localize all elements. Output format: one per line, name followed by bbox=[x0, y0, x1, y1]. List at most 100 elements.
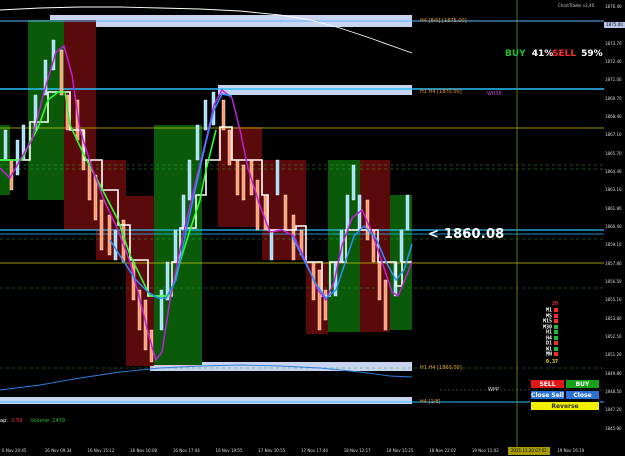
close-buy-button[interactable]: Close Buy bbox=[565, 390, 600, 409]
candle-up bbox=[275, 159, 280, 196]
wpp-label: WPP bbox=[488, 387, 499, 393]
signal-dot-icon bbox=[554, 352, 558, 356]
candle-up bbox=[187, 159, 192, 201]
candle-down bbox=[377, 261, 382, 301]
time-axis-label: 19 Nov 11:02 bbox=[471, 448, 499, 453]
candle-down bbox=[59, 49, 64, 96]
price-axis-label: 1876.40 bbox=[605, 4, 622, 9]
price-axis-label: 1857.80 bbox=[605, 260, 622, 266]
sell-sentiment: SELL 59% bbox=[552, 49, 603, 59]
candle-down bbox=[241, 164, 246, 201]
trading-terminal: ChartTrader v2.40 BUY 41% SELL 59% < 1860.… bbox=[0, 0, 625, 456]
candle-down bbox=[107, 214, 112, 256]
zone-label-wr38: WR38 bbox=[487, 91, 502, 97]
price-axis-label: 1848.50 bbox=[605, 389, 622, 394]
time-axis-label: 18 Nov 12:17 bbox=[343, 448, 371, 453]
timeframe-row: MN bbox=[540, 352, 558, 358]
time-axis-label: 16 Nov 15:12 bbox=[87, 448, 115, 453]
price-axis-label: 1859.10 bbox=[605, 242, 622, 248]
signal-dot-icon bbox=[554, 313, 558, 318]
sell-sentiment-label: SELL bbox=[552, 49, 577, 59]
candle-up bbox=[269, 229, 274, 261]
close-sell-button[interactable]: Close Sell bbox=[530, 390, 565, 400]
signal-dot-icon bbox=[554, 330, 558, 334]
symbol-tag: ChartTrader v2.40 bbox=[558, 3, 595, 8]
price-axis-label: 1853.80 bbox=[605, 315, 622, 321]
timeframe-signal-list: M1 M5 M15 M30 H1 H4 D1 W1 MN bbox=[540, 308, 558, 358]
candle-up bbox=[203, 99, 208, 131]
volume-value: 1439 bbox=[52, 418, 66, 424]
time-axis-label: 18 Nov 22:02 bbox=[429, 448, 457, 453]
candle-up bbox=[181, 194, 186, 231]
price-axis-label: 1867.10 bbox=[605, 132, 622, 138]
buy-sentiment-value: 41% bbox=[531, 49, 554, 59]
candle-up bbox=[113, 229, 118, 261]
price-axis-label: 1864.40 bbox=[605, 169, 622, 174]
time-axis-label: 16 Nov 19:55 bbox=[215, 448, 243, 453]
price-axis-label: 1851.20 bbox=[605, 352, 622, 358]
price-axis-label: 1856.50 bbox=[605, 279, 622, 284]
candle-down bbox=[383, 279, 388, 331]
timeframe-footer: 0.37 bbox=[540, 360, 558, 365]
candle-up bbox=[195, 124, 200, 161]
price-axis-label: 1872.40 bbox=[605, 59, 622, 64]
supply-zone-mid bbox=[218, 85, 412, 95]
price-axis-label: 1869.70 bbox=[605, 95, 622, 101]
zone-label-h4-bottom: H4 [1/8] bbox=[420, 399, 441, 405]
current-price-readout: < 1860.08 bbox=[428, 227, 505, 242]
candle-up bbox=[351, 164, 356, 201]
price-axis-label: 1847.20 bbox=[605, 407, 622, 413]
price-axis-label: 1860.40 bbox=[605, 224, 622, 229]
zone-label-h1-h4-mid: H1 H4 [1870.00] bbox=[420, 89, 462, 95]
signal-dot-icon bbox=[554, 346, 558, 351]
price-axis-label: 1845.90 bbox=[605, 425, 622, 431]
time-axis-label: 16 Nov 16:08 bbox=[130, 448, 158, 453]
zone-label-h4-top: H4 [8/0] [1875.00] bbox=[420, 18, 467, 24]
zone-label-h1-h4-low: H1 H4 [1860.00] bbox=[420, 365, 462, 371]
buy-sentiment-label: BUY bbox=[505, 49, 526, 59]
candle-up bbox=[3, 129, 8, 161]
info-bar-lead: ap: bbox=[0, 418, 8, 424]
signal-dot-icon bbox=[554, 341, 558, 345]
timeframe-header-value: 20 bbox=[551, 301, 558, 307]
price-axis-label: 1865.70 bbox=[605, 150, 622, 156]
price-axis-label: 1849.80 bbox=[605, 370, 622, 376]
sell-sentiment-value: 59% bbox=[581, 49, 603, 59]
price-axis-label: 1875.00 bbox=[604, 22, 625, 29]
signal-dot-icon bbox=[554, 308, 558, 312]
timeframe-header: 20 bbox=[540, 302, 558, 307]
timeframe-footer-value: 0.37 bbox=[545, 359, 558, 365]
signal-dot-icon bbox=[554, 324, 558, 329]
time-axis-label: 6 Nov 20:45 bbox=[2, 448, 27, 453]
time-axis-label: 18 Nov 15:25 bbox=[386, 448, 414, 453]
candle-up bbox=[399, 229, 404, 263]
candle-down bbox=[323, 289, 328, 321]
buy-sentiment: BUY 41% bbox=[505, 49, 553, 59]
time-axis-label: 17 Nov 10:55 bbox=[258, 448, 286, 453]
candle-down bbox=[235, 159, 240, 196]
price-axis-label: 1855.10 bbox=[605, 297, 622, 303]
volume-label: Volume: bbox=[30, 418, 51, 424]
timeframe-label: MN bbox=[545, 351, 552, 358]
price-axis-label: 1863.10 bbox=[605, 187, 622, 193]
signal-dot-icon bbox=[554, 335, 558, 340]
price-axis-label: 1871.00 bbox=[605, 77, 622, 83]
price-axis-label: 1868.40 bbox=[605, 114, 622, 119]
time-axis-label: 17 Nov 17:44 bbox=[300, 448, 328, 453]
info-bar: ap: -1.59 Volume: 1439 bbox=[0, 418, 65, 424]
buy-button[interactable]: BUY bbox=[565, 379, 600, 389]
session-box bbox=[328, 160, 360, 332]
zone-bar-lower bbox=[0, 397, 412, 404]
candle-down bbox=[317, 269, 322, 331]
session-box bbox=[218, 127, 262, 227]
signal-dot-icon bbox=[554, 319, 558, 323]
candle-down bbox=[255, 179, 260, 231]
time-axis-label: 16 Nov 17:04 bbox=[172, 448, 200, 453]
candle-up bbox=[15, 139, 20, 176]
sell-button[interactable]: SELL bbox=[530, 379, 565, 389]
reverse-button[interactable]: Reverse bbox=[530, 401, 600, 411]
pnl-value: -1.59 bbox=[9, 418, 23, 424]
candle-down bbox=[99, 199, 104, 251]
candle-up bbox=[173, 229, 178, 263]
price-axis-label: 1852.50 bbox=[605, 334, 622, 339]
